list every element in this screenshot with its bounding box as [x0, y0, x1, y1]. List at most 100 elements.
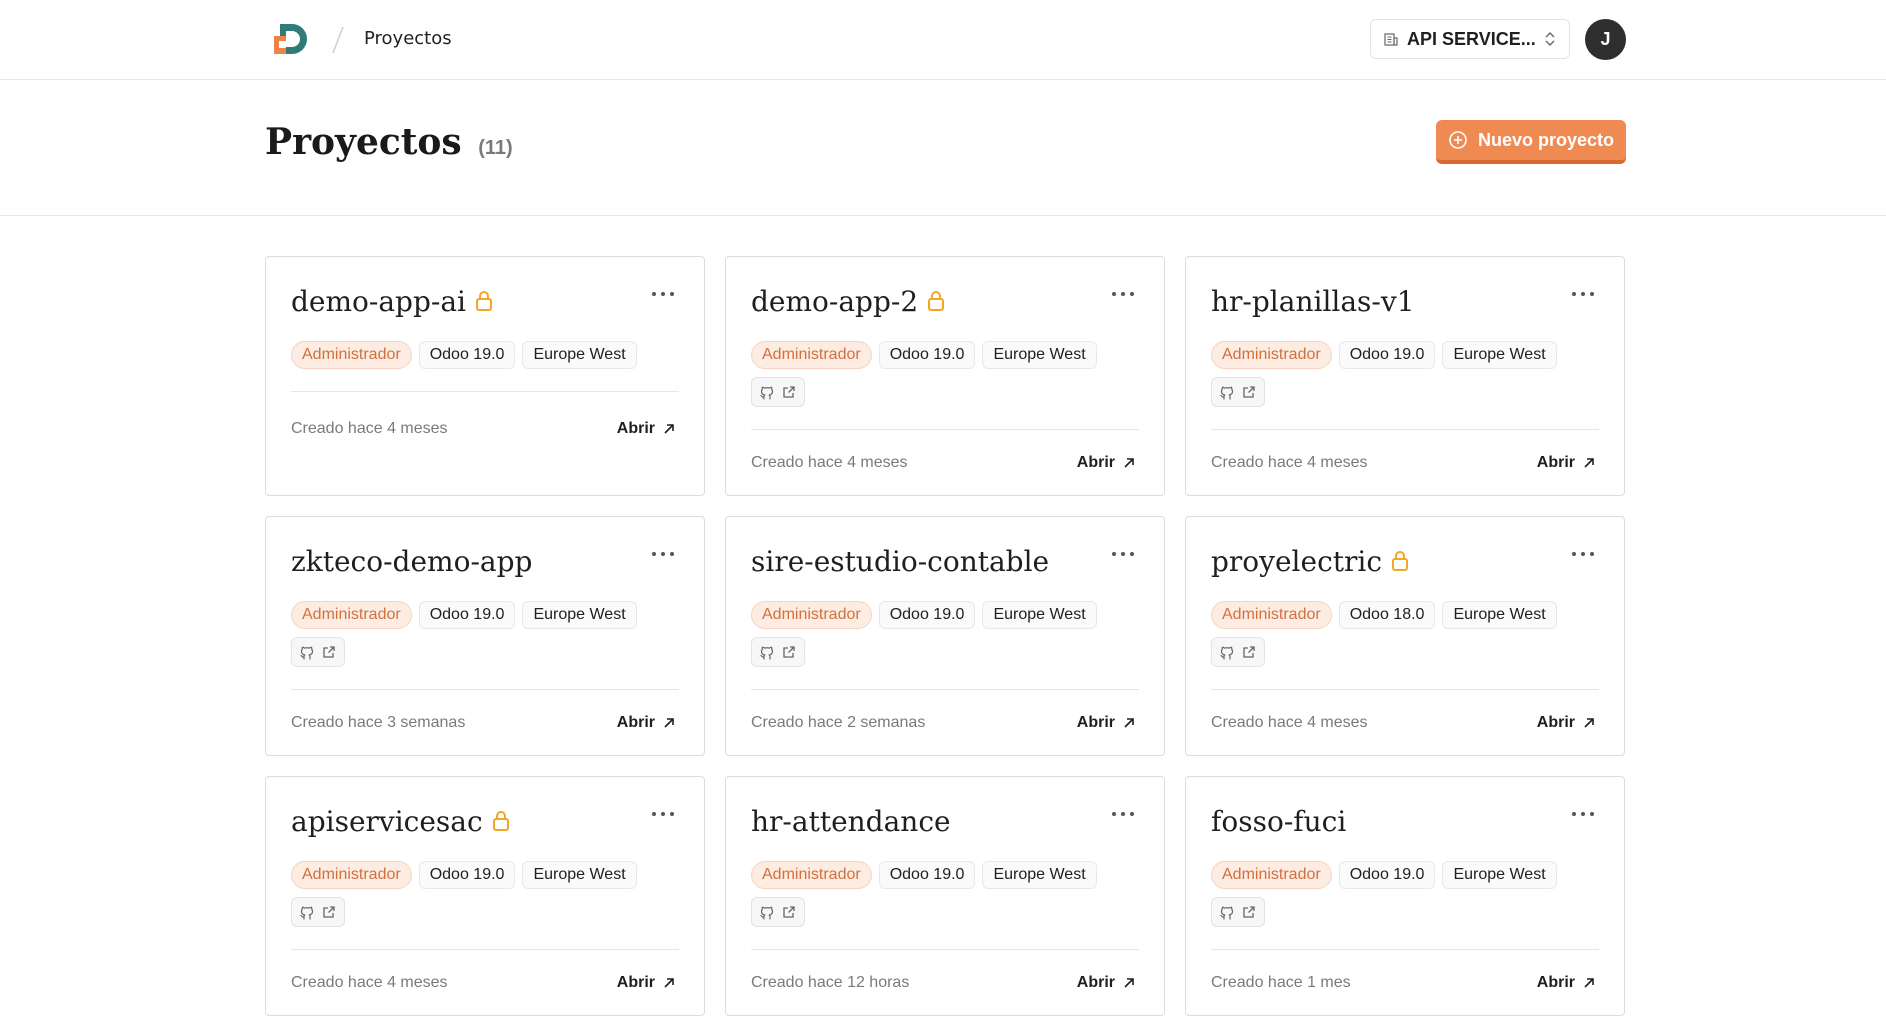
project-card-footer: Creado hace 4 meses Abrir — [1211, 429, 1599, 495]
open-project-link[interactable]: Abrir — [1537, 454, 1595, 472]
github-icon[interactable] — [1219, 384, 1235, 400]
project-title[interactable]: fosso-fuci — [1211, 801, 1346, 841]
role-badge: Administrador — [1211, 861, 1332, 889]
project-card-footer: Creado hace 4 meses Abrir — [291, 391, 679, 465]
project-name: hr-planillas-v1 — [1211, 284, 1415, 318]
github-icon[interactable] — [759, 904, 775, 920]
open-project-link[interactable]: Abrir — [617, 974, 675, 992]
project-menu-button[interactable] — [652, 547, 674, 561]
github-icon[interactable] — [1219, 644, 1235, 660]
project-card[interactable]: apiservicesac Administrador Odoo 19.0 Eu… — [265, 776, 705, 1016]
project-card[interactable]: demo-app-2 Administrador Odoo 19.0 Europ… — [725, 256, 1165, 496]
project-menu-button[interactable] — [1112, 547, 1134, 561]
open-label: Abrir — [616, 713, 655, 731]
project-title[interactable]: hr-attendance — [751, 801, 951, 841]
external-link-icon[interactable] — [1241, 904, 1257, 920]
project-card-footer: Creado hace 1 mes Abrir — [1211, 949, 1599, 1015]
project-card-footer: Creado hace 4 meses Abrir — [751, 429, 1139, 495]
version-badge: Odoo 19.0 — [418, 601, 516, 629]
project-title[interactable]: proyelectric — [1211, 541, 1410, 581]
external-link-icon[interactable] — [781, 644, 797, 660]
version-badge: Odoo 18.0 — [1338, 601, 1436, 629]
region-badge: Europe West — [522, 861, 637, 889]
github-icon[interactable] — [299, 904, 315, 920]
role-badge: Administrador — [751, 341, 872, 369]
github-icon[interactable] — [299, 644, 315, 660]
project-title[interactable]: demo-app-ai — [291, 281, 494, 321]
open-project-link[interactable]: Abrir — [1077, 714, 1135, 732]
project-links — [751, 897, 805, 927]
user-avatar[interactable]: J — [1585, 19, 1626, 60]
project-name: fosso-fuci — [1211, 804, 1347, 838]
project-menu-button[interactable] — [1572, 287, 1594, 301]
project-links — [751, 377, 805, 407]
lock-icon — [476, 291, 493, 311]
project-links — [291, 637, 345, 667]
project-title[interactable]: zkteco-demo-app — [291, 541, 532, 581]
version-badge: Odoo 19.0 — [878, 341, 976, 369]
project-name: zkteco-demo-app — [291, 544, 533, 578]
project-menu-button[interactable] — [1112, 807, 1134, 821]
open-project-link[interactable]: Abrir — [617, 420, 675, 438]
github-icon[interactable] — [1219, 904, 1235, 920]
open-project-link[interactable]: Abrir — [1077, 454, 1135, 472]
top-bar: Proyectos API SERVICE... J — [0, 0, 1886, 80]
breadcrumb-separator — [332, 26, 344, 54]
role-badge: Administrador — [1211, 341, 1332, 369]
lock-icon — [928, 291, 945, 311]
building-icon — [1384, 33, 1398, 46]
github-icon[interactable] — [759, 644, 775, 660]
version-badge: Odoo 19.0 — [878, 601, 976, 629]
project-card-footer: Creado hace 3 semanas Abrir — [291, 689, 679, 755]
version-badge: Odoo 19.0 — [1338, 341, 1436, 369]
project-card[interactable]: demo-app-ai Administrador Odoo 19.0 Euro… — [265, 256, 705, 496]
breadcrumb-projects[interactable]: Proyectos — [364, 27, 452, 51]
project-card[interactable]: proyelectric Administrador Odoo 18.0 Eur… — [1185, 516, 1625, 756]
organization-selector[interactable]: API SERVICE... — [1370, 19, 1570, 59]
open-label: Abrir — [1076, 713, 1115, 731]
open-project-link[interactable]: Abrir — [1537, 714, 1595, 732]
project-links — [1211, 897, 1265, 927]
project-card[interactable]: hr-planillas-v1 Administrador Odoo 19.0 … — [1185, 256, 1625, 496]
project-menu-button[interactable] — [1112, 287, 1134, 301]
external-link-icon[interactable] — [781, 904, 797, 920]
lock-icon — [492, 811, 509, 831]
project-menu-button[interactable] — [652, 807, 674, 821]
region-badge: Europe West — [1442, 861, 1557, 889]
external-link-icon[interactable] — [321, 904, 337, 920]
project-card[interactable]: hr-attendance Administrador Odoo 19.0 Eu… — [725, 776, 1165, 1016]
role-badge: Administrador — [291, 601, 412, 629]
project-count: (11) — [478, 137, 513, 159]
github-icon[interactable] — [759, 384, 775, 400]
external-link-icon[interactable] — [1241, 644, 1257, 660]
project-tags: Administrador Odoo 19.0 Europe West — [291, 601, 637, 629]
project-card[interactable]: fosso-fuci Administrador Odoo 19.0 Europ… — [1185, 776, 1625, 1016]
project-card-footer: Creado hace 4 meses Abrir — [1211, 689, 1599, 755]
region-badge: Europe West — [1442, 341, 1557, 369]
app-logo-icon[interactable] — [272, 20, 310, 58]
project-menu-button[interactable] — [652, 287, 674, 301]
role-badge: Administrador — [1211, 601, 1332, 629]
open-project-link[interactable]: Abrir — [1077, 974, 1135, 992]
project-menu-button[interactable] — [1572, 807, 1594, 821]
external-link-icon[interactable] — [1241, 384, 1257, 400]
project-menu-button[interactable] — [1572, 547, 1594, 561]
project-title[interactable]: demo-app-2 — [751, 281, 946, 321]
project-title[interactable]: hr-planillas-v1 — [1211, 281, 1415, 321]
role-badge: Administrador — [291, 341, 412, 369]
arrow-up-right-icon — [1584, 717, 1594, 728]
project-card[interactable]: zkteco-demo-app Administrador Odoo 19.0 … — [265, 516, 705, 756]
open-project-link[interactable]: Abrir — [1537, 974, 1595, 992]
project-card-footer: Creado hace 2 semanas Abrir — [751, 689, 1139, 755]
created-time: Creado hace 2 semanas — [751, 713, 926, 731]
arrow-up-right-icon — [1584, 977, 1594, 988]
project-title[interactable]: apiservicesac — [291, 801, 511, 841]
external-link-icon[interactable] — [321, 644, 337, 660]
project-tags: Administrador Odoo 19.0 Europe West — [1211, 861, 1557, 889]
project-title[interactable]: sire-estudio-contable — [751, 541, 1049, 581]
project-card[interactable]: sire-estudio-contable Administrador Odoo… — [725, 516, 1165, 756]
external-link-icon[interactable] — [781, 384, 797, 400]
project-name: demo-app-2 — [751, 284, 919, 318]
new-project-button[interactable]: Nuevo proyecto — [1436, 120, 1626, 164]
open-project-link[interactable]: Abrir — [617, 714, 675, 732]
